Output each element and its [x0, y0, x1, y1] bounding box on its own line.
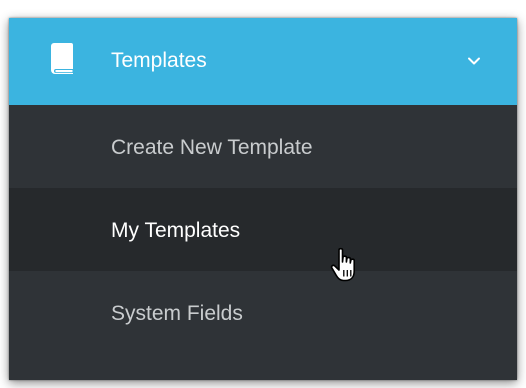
menu-item-label: System Fields: [111, 302, 243, 325]
menu-item-label: Create New Template: [111, 136, 313, 159]
templates-menu-label: Templates: [111, 49, 207, 72]
hand-pointer-icon: [330, 247, 355, 282]
menu-item-create-new-template[interactable]: Create New Template: [9, 105, 517, 188]
book-icon: [51, 43, 73, 74]
menu-item-system-fields[interactable]: System Fields: [9, 271, 517, 354]
sidebar-panel: Templates Create New Template My Templat…: [9, 18, 517, 380]
chevron-down-icon[interactable]: [467, 56, 481, 66]
templates-submenu: Create New Template My Templates System …: [9, 105, 517, 354]
menu-item-my-templates[interactable]: My Templates: [9, 188, 517, 271]
menu-item-label: My Templates: [111, 219, 241, 242]
templates-menu-header[interactable]: Templates: [9, 18, 517, 105]
